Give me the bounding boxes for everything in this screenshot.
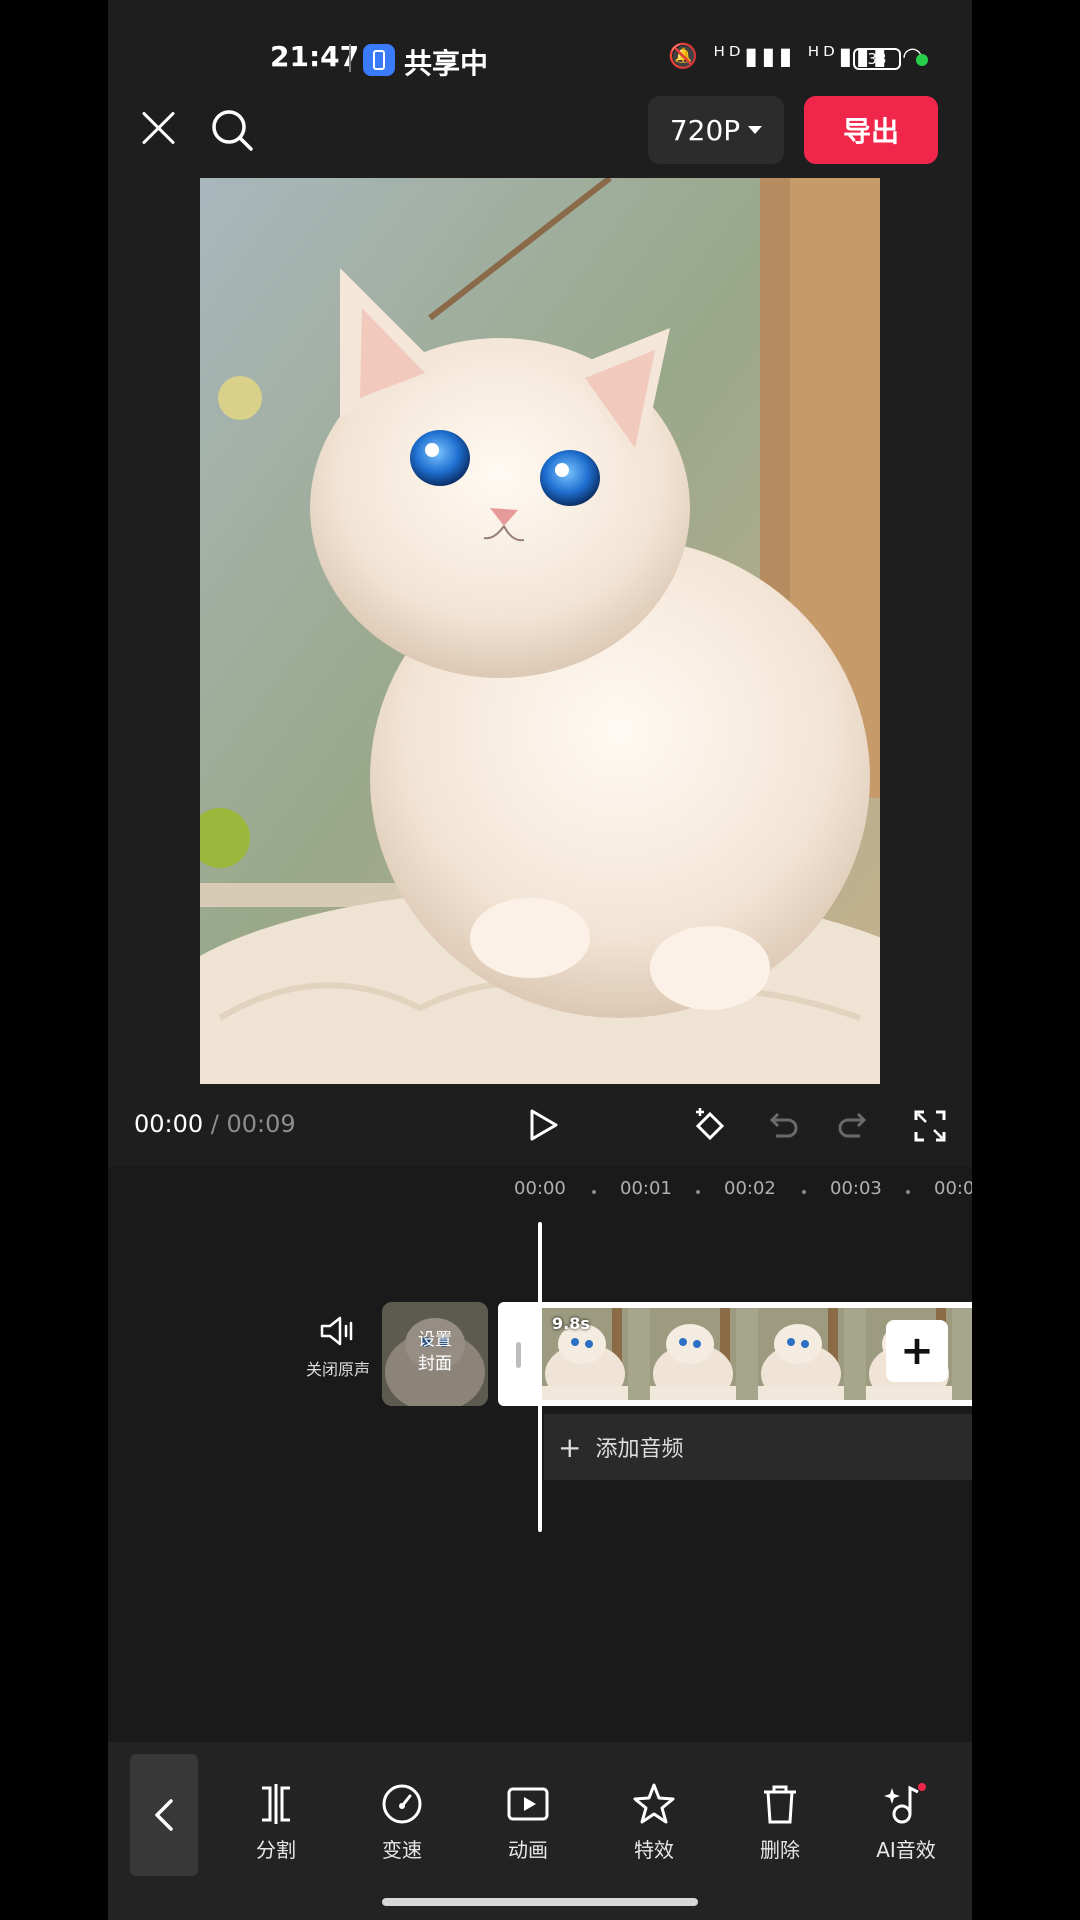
time-ruler: 00:00 00:01 00:02 00:03 00:0 (108, 1178, 972, 1208)
tool-animation[interactable]: 动画 (478, 1782, 578, 1863)
preview-image (200, 178, 880, 1084)
undo-icon[interactable] (762, 1106, 802, 1146)
chevron-left-icon (155, 1799, 173, 1831)
speed-icon (382, 1784, 422, 1824)
ruler-tick: 00:01 (620, 1178, 672, 1199)
keyframe-icon[interactable] (690, 1106, 730, 1146)
clip-duration: 9.8s (552, 1314, 590, 1333)
status-separator (349, 44, 351, 72)
add-audio-label: 添加音频 (595, 1437, 684, 1462)
home-indicator[interactable] (382, 1898, 698, 1906)
caret-down-icon (748, 126, 763, 134)
editor-top-bar: 720P 导出 (108, 96, 972, 166)
share-status-label: 共享中 (404, 47, 489, 80)
mute-label: 关闭原声 (305, 1360, 370, 1379)
add-clip-button[interactable]: + (886, 1320, 948, 1382)
export-button[interactable]: 导出 (804, 96, 938, 164)
recording-dot-icon (916, 54, 928, 66)
ruler-tick: 00:00 (514, 1178, 566, 1199)
status-time: 21:47 (270, 40, 360, 73)
tool-effects[interactable]: 特效 (604, 1782, 704, 1863)
timecode: 00:00 / 00:09 (134, 1110, 296, 1138)
ruler-tick: 00:0 (934, 1178, 972, 1199)
resolution-dropdown[interactable]: 720P (648, 96, 784, 164)
tool-split[interactable]: 分割 (226, 1782, 326, 1863)
time-separator: / (203, 1110, 227, 1138)
play-icon[interactable] (526, 1108, 560, 1142)
delete-icon (764, 1785, 796, 1824)
timeline-panel[interactable]: 00:00 00:01 00:02 00:03 00:0 关闭原声 设置 封面 … (108, 1166, 972, 1746)
tool-label: 变速 (382, 1838, 422, 1862)
tool-label: 分割 (256, 1838, 296, 1862)
playback-controls: 00:00 / 00:09 (108, 1096, 972, 1156)
resolution-value: 720P (669, 113, 741, 147)
tool-ai-sound[interactable]: AI音效 (856, 1782, 956, 1863)
fullscreen-icon[interactable] (910, 1106, 950, 1146)
video-preview[interactable] (200, 178, 880, 1084)
ruler-tick: 00:03 (830, 1178, 882, 1199)
playhead[interactable] (538, 1222, 542, 1532)
ai-sound-icon (884, 1783, 926, 1824)
bottom-toolbar: 分割 变速 动画 特效 删除 AI音效 (108, 1742, 972, 1920)
tool-delete[interactable]: 删除 (730, 1782, 830, 1863)
effects-icon (633, 1783, 675, 1824)
add-audio-button[interactable]: + 添加音频 (544, 1414, 972, 1480)
back-button[interactable] (130, 1754, 198, 1876)
battery-icon: 33 (853, 48, 901, 70)
status-bar: 21:47 共享中 🔕 ᴴᴰ▮▮▮ ᴴᴰ▮▮▮ ◠ 33 (108, 0, 972, 100)
video-editor-screen: 21:47 共享中 🔕 ᴴᴰ▮▮▮ ᴴᴰ▮▮▮ ◠ 33 720P 导出 00:… (108, 0, 972, 1920)
mute-original-audio-button[interactable]: 关闭原声 (298, 1314, 378, 1380)
ruler-tick: 00:02 (724, 1178, 776, 1199)
tool-label: 动画 (508, 1838, 548, 1862)
animation-icon (507, 1787, 549, 1821)
cover-label: 设置 封面 (382, 1328, 488, 1376)
plus-icon: + (558, 1430, 582, 1464)
search-icon[interactable] (208, 106, 256, 154)
screen-share-icon (363, 44, 395, 76)
current-time: 00:00 (134, 1110, 204, 1138)
speaker-icon (320, 1316, 353, 1346)
close-icon[interactable] (138, 108, 178, 148)
split-icon (262, 1784, 290, 1824)
cover-label-line1: 设置 (418, 1330, 452, 1350)
redo-icon[interactable] (834, 1106, 874, 1146)
cover-label-line2: 封面 (418, 1354, 452, 1374)
set-cover-button[interactable]: 设置 封面 (382, 1302, 488, 1406)
tool-label: AI音效 (876, 1838, 936, 1862)
tool-speed[interactable]: 变速 (352, 1782, 452, 1863)
tool-label: 删除 (760, 1838, 800, 1862)
clip-trim-handle[interactable] (516, 1342, 521, 1368)
tool-label: 特效 (634, 1838, 674, 1862)
total-time: 00:09 (226, 1110, 296, 1138)
